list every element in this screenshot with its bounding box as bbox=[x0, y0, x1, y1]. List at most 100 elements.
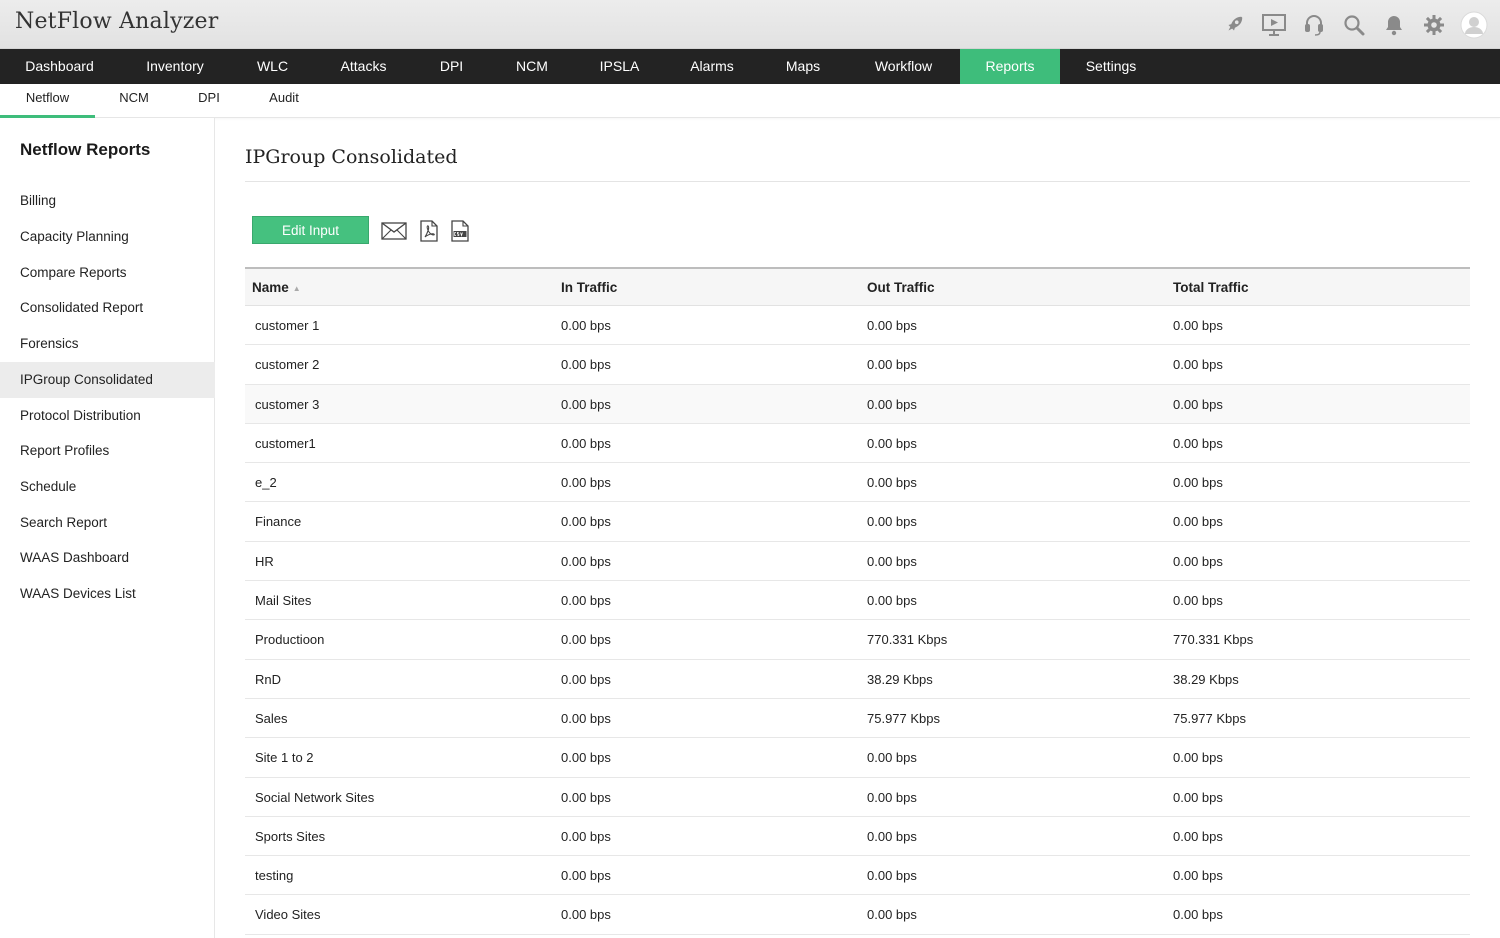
subtab-dpi[interactable]: DPI bbox=[173, 84, 245, 118]
sidebar-item-report-profiles[interactable]: Report Profiles bbox=[0, 433, 215, 469]
cell-out-traffic: 0.00 bps bbox=[867, 475, 917, 491]
sort-icon[interactable]: ▲ bbox=[293, 270, 301, 307]
cell-name[interactable]: Productioon bbox=[255, 620, 324, 659]
cell-in-traffic: 0.00 bps bbox=[561, 435, 611, 451]
table-row: RnD 0.00 bps 38.29 Kbps 38.29 Kbps bbox=[245, 660, 1470, 699]
table-row: testing 0.00 bps 0.00 bps 0.00 bps bbox=[245, 856, 1470, 896]
cell-total-traffic: 0.00 bps bbox=[1173, 475, 1223, 491]
cell-total-traffic: 0.00 bps bbox=[1173, 435, 1223, 451]
cell-total-traffic: 0.00 bps bbox=[1173, 789, 1223, 805]
cell-name[interactable]: Video Sites bbox=[255, 895, 321, 934]
nav-workflow[interactable]: Workflow bbox=[847, 49, 960, 84]
cell-name[interactable]: e_2 bbox=[255, 463, 277, 502]
cell-in-traffic: 0.00 bps bbox=[561, 710, 611, 726]
cell-name[interactable]: testing bbox=[255, 856, 293, 895]
subtab-ncm[interactable]: NCM bbox=[95, 84, 173, 118]
column-header-total-traffic[interactable]: Total Traffic bbox=[1173, 269, 1249, 306]
app-title: NetFlow Analyzer bbox=[15, 9, 219, 34]
cell-name[interactable]: customer1 bbox=[255, 424, 316, 463]
pdf-icon[interactable] bbox=[419, 218, 439, 244]
sidebar-item-waas-devices-list[interactable]: WAAS Devices List bbox=[0, 576, 215, 612]
presentation-icon[interactable] bbox=[1254, 8, 1294, 42]
column-header-out-traffic[interactable]: Out Traffic bbox=[867, 269, 935, 306]
cell-in-traffic: 0.00 bps bbox=[561, 357, 611, 373]
table-row: Productioon 0.00 bps 770.331 Kbps 770.33… bbox=[245, 620, 1470, 660]
sidebar-item-compare-reports[interactable]: Compare Reports bbox=[0, 255, 215, 291]
gear-icon[interactable] bbox=[1414, 8, 1454, 42]
cell-in-traffic: 0.00 bps bbox=[561, 671, 611, 687]
nav-ncm[interactable]: NCM bbox=[490, 49, 574, 84]
table-row: customer 3 0.00 bps 0.00 bps 0.00 bps bbox=[245, 384, 1470, 424]
cell-total-traffic: 0.00 bps bbox=[1173, 553, 1223, 569]
cell-name[interactable]: Finance bbox=[255, 502, 301, 541]
cell-name[interactable]: Sales bbox=[255, 699, 288, 738]
cell-out-traffic: 770.331 Kbps bbox=[867, 632, 948, 648]
table-row: customer1 0.00 bps 0.00 bps 0.00 bps bbox=[245, 424, 1470, 464]
email-icon[interactable] bbox=[381, 218, 407, 244]
cell-name[interactable]: Sports Sites bbox=[255, 817, 325, 856]
cell-in-traffic: 0.00 bps bbox=[561, 632, 611, 648]
cell-total-traffic: 75.977 Kbps bbox=[1173, 710, 1247, 726]
cell-total-traffic: 0.00 bps bbox=[1173, 828, 1223, 844]
sidebar-item-capacity-planning[interactable]: Capacity Planning bbox=[0, 219, 215, 255]
sidebar-item-billing[interactable]: Billing bbox=[0, 183, 215, 219]
column-header-in-traffic[interactable]: In Traffic bbox=[561, 269, 617, 306]
nav-attacks[interactable]: Attacks bbox=[314, 49, 413, 84]
cell-name[interactable]: RnD bbox=[255, 660, 281, 699]
table-row: Mail Sites 0.00 bps 0.00 bps 0.00 bps bbox=[245, 581, 1470, 621]
cell-out-traffic: 0.00 bps bbox=[867, 828, 917, 844]
nav-reports[interactable]: Reports bbox=[960, 49, 1060, 84]
subtab-audit[interactable]: Audit bbox=[245, 84, 323, 118]
cell-out-traffic: 0.00 bps bbox=[867, 318, 917, 333]
cell-name[interactable]: HR bbox=[255, 542, 274, 581]
cell-name[interactable]: Social Network Sites bbox=[255, 778, 374, 817]
table-row: Finance 0.00 bps 0.00 bps 0.00 bps bbox=[245, 502, 1470, 542]
table-row: customer 1 0.00 bps 0.00 bps 0.00 bps bbox=[245, 306, 1470, 346]
nav-inventory[interactable]: Inventory bbox=[119, 49, 231, 84]
sidebar: Netflow Reports Billing Capacity Plannin… bbox=[0, 118, 215, 938]
table-row: Social Network Sites 0.00 bps 0.00 bps 0… bbox=[245, 778, 1470, 817]
sidebar-title: Netflow Reports bbox=[20, 140, 151, 159]
bell-icon[interactable] bbox=[1374, 8, 1414, 42]
cell-out-traffic: 0.00 bps bbox=[867, 789, 917, 805]
nav-dashboard[interactable]: Dashboard bbox=[0, 49, 119, 84]
sidebar-item-schedule[interactable]: Schedule bbox=[0, 469, 215, 505]
table-row: customer 2 0.00 bps 0.00 bps 0.00 bps bbox=[245, 345, 1470, 385]
cell-name[interactable]: customer 1 bbox=[255, 306, 319, 345]
nav-ipsla[interactable]: IPSLA bbox=[574, 49, 665, 84]
app-header: NetFlow Analyzer bbox=[0, 0, 1500, 49]
nav-wlc[interactable]: WLC bbox=[231, 49, 314, 84]
ipgroup-table: Name ▲ In Traffic Out Traffic Total Traff… bbox=[245, 267, 1470, 935]
headset-icon[interactable] bbox=[1294, 8, 1334, 42]
nav-settings[interactable]: Settings bbox=[1060, 49, 1162, 84]
sidebar-item-ipgroup-consolidated[interactable]: IPGroup Consolidated bbox=[0, 362, 215, 398]
sidebar-item-waas-dashboard[interactable]: WAAS Dashboard bbox=[0, 540, 215, 576]
subtab-netflow[interactable]: Netflow bbox=[0, 84, 95, 118]
search-icon[interactable] bbox=[1334, 8, 1374, 42]
column-header-name[interactable]: Name ▲ bbox=[252, 269, 301, 306]
edit-input-button[interactable]: Edit Input bbox=[252, 216, 369, 244]
user-avatar-icon[interactable] bbox=[1454, 8, 1494, 42]
nav-maps[interactable]: Maps bbox=[759, 49, 847, 84]
cell-total-traffic: 0.00 bps bbox=[1173, 396, 1223, 412]
cell-total-traffic: 38.29 Kbps bbox=[1173, 671, 1239, 687]
sidebar-item-protocol-distribution[interactable]: Protocol Distribution bbox=[0, 398, 215, 434]
cell-name[interactable]: customer 2 bbox=[255, 345, 319, 384]
cell-name[interactable]: Mail Sites bbox=[255, 581, 311, 620]
nav-alarms[interactable]: Alarms bbox=[665, 49, 759, 84]
cell-name[interactable]: customer 3 bbox=[255, 385, 319, 424]
table-row: e_2 0.00 bps 0.00 bps 0.00 bps bbox=[245, 463, 1470, 503]
cell-in-traffic: 0.00 bps bbox=[561, 514, 611, 530]
cell-name[interactable]: Site 1 to 2 bbox=[255, 738, 314, 777]
cell-total-traffic: 0.00 bps bbox=[1173, 357, 1223, 373]
nav-dpi[interactable]: DPI bbox=[413, 49, 490, 84]
csv-icon[interactable] bbox=[450, 218, 470, 244]
cell-out-traffic: 0.00 bps bbox=[867, 593, 917, 609]
cell-total-traffic: 0.00 bps bbox=[1173, 593, 1223, 609]
sidebar-item-consolidated-report[interactable]: Consolidated Report bbox=[0, 290, 215, 326]
sidebar-item-forensics[interactable]: Forensics bbox=[0, 326, 215, 362]
sidebar-item-search-report[interactable]: Search Report bbox=[0, 505, 215, 541]
rocket-icon[interactable] bbox=[1214, 8, 1254, 42]
cell-out-traffic: 0.00 bps bbox=[867, 553, 917, 569]
main-content: IPGroup Consolidated Edit Input Name ▲ In… bbox=[245, 118, 1470, 938]
